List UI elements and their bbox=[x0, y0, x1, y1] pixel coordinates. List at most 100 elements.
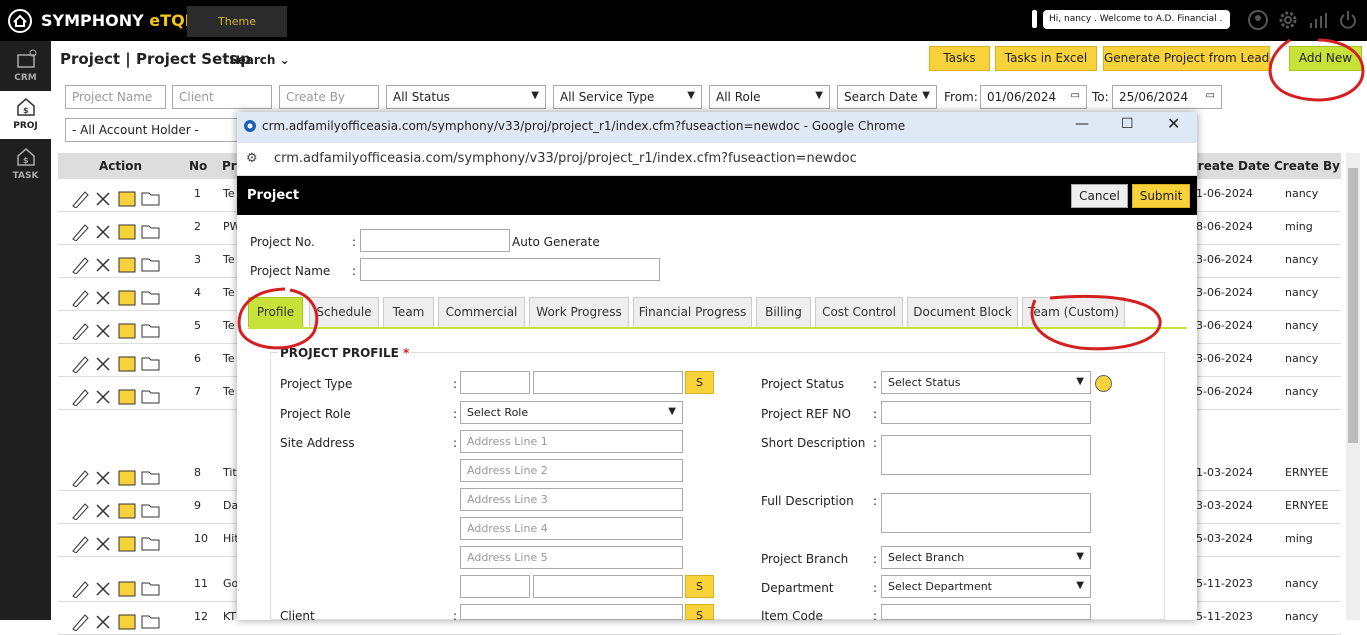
folder-icon[interactable] bbox=[141, 291, 160, 305]
row-project[interactable]: Tit bbox=[223, 466, 237, 479]
calendar-icon[interactable] bbox=[118, 503, 136, 519]
project-status-select[interactable]: Select Status ▼ bbox=[881, 371, 1091, 394]
edit-icon[interactable] bbox=[72, 356, 89, 374]
row-project[interactable]: Te bbox=[223, 319, 235, 332]
folder-icon[interactable] bbox=[141, 192, 160, 206]
edit-icon[interactable] bbox=[72, 581, 89, 599]
user-icon[interactable] bbox=[1247, 9, 1269, 31]
calendar-icon[interactable] bbox=[118, 257, 136, 273]
edit-icon[interactable] bbox=[72, 470, 89, 488]
gear-icon[interactable] bbox=[1277, 9, 1299, 31]
folder-icon[interactable] bbox=[141, 390, 160, 404]
address-line-1[interactable]: Address Line 1 bbox=[460, 430, 683, 453]
row-project[interactable]: KT bbox=[223, 610, 236, 623]
chart-icon[interactable] bbox=[1308, 9, 1330, 31]
project-type-code-input[interactable] bbox=[460, 371, 530, 394]
delete-icon[interactable] bbox=[96, 471, 110, 485]
city-input[interactable] bbox=[533, 575, 683, 598]
tab-team-custom[interactable]: Team (Custom) bbox=[1022, 297, 1125, 328]
folder-icon[interactable] bbox=[141, 504, 160, 518]
calendar-icon[interactable] bbox=[118, 614, 136, 630]
department-select[interactable]: Select Department ▼ bbox=[881, 575, 1091, 598]
generate-project-button[interactable]: Generate Project from Lead bbox=[1103, 46, 1270, 71]
delete-icon[interactable] bbox=[96, 192, 110, 206]
calendar-icon[interactable] bbox=[118, 290, 136, 306]
row-project[interactable]: Te bbox=[223, 352, 235, 365]
from-date-input[interactable]: 01/06/2024 ▭ bbox=[980, 85, 1087, 109]
delete-icon[interactable] bbox=[96, 324, 110, 338]
full-description-textarea[interactable] bbox=[881, 493, 1091, 533]
minimize-icon[interactable]: — bbox=[1075, 116, 1089, 132]
folder-icon[interactable] bbox=[141, 537, 160, 551]
edit-icon[interactable] bbox=[72, 389, 89, 407]
site-settings-icon[interactable]: ⚙ bbox=[246, 151, 258, 166]
role-select[interactable]: All Role ▼ bbox=[709, 85, 830, 109]
submit-button[interactable]: Submit bbox=[1132, 184, 1190, 208]
calendar-icon[interactable] bbox=[118, 389, 136, 405]
power-icon[interactable] bbox=[1337, 9, 1359, 31]
calendar-icon[interactable] bbox=[118, 323, 136, 339]
maximize-icon[interactable]: ☐ bbox=[1121, 116, 1134, 132]
project-name-filter[interactable]: Project Name bbox=[65, 85, 166, 109]
theme-button[interactable]: Theme bbox=[187, 6, 287, 37]
search-date-select[interactable]: Search Date ▼ bbox=[837, 85, 937, 109]
calendar-icon[interactable] bbox=[118, 470, 136, 486]
edit-icon[interactable] bbox=[72, 614, 89, 632]
add-new-button[interactable]: Add New bbox=[1289, 46, 1362, 71]
edit-icon[interactable] bbox=[72, 290, 89, 308]
folder-icon[interactable] bbox=[141, 471, 160, 485]
folder-icon[interactable] bbox=[141, 324, 160, 338]
search-client-button[interactable]: S bbox=[685, 604, 714, 622]
delete-icon[interactable] bbox=[96, 258, 110, 272]
address-line-4[interactable]: Address Line 4 bbox=[460, 517, 683, 540]
sidebar-item-task[interactable]: $ TASK bbox=[0, 141, 51, 189]
edit-icon[interactable] bbox=[72, 323, 89, 341]
item-code-input[interactable] bbox=[881, 604, 1091, 620]
edit-icon[interactable] bbox=[72, 503, 89, 521]
project-name-input[interactable] bbox=[360, 258, 660, 281]
tasks-excel-button[interactable]: Tasks in Excel bbox=[995, 46, 1097, 71]
row-project[interactable]: Te bbox=[223, 253, 235, 266]
short-description-textarea[interactable] bbox=[881, 435, 1091, 475]
calendar-icon[interactable] bbox=[118, 191, 136, 207]
home-icon[interactable] bbox=[8, 9, 32, 33]
delete-icon[interactable] bbox=[96, 537, 110, 551]
row-project[interactable]: Go bbox=[223, 577, 238, 590]
delete-icon[interactable] bbox=[96, 504, 110, 518]
tasks-button[interactable]: Tasks bbox=[929, 46, 990, 71]
folder-icon[interactable] bbox=[141, 357, 160, 371]
popup-url[interactable]: crm.adfamilyofficeasia.com/symphony/v33/… bbox=[274, 151, 857, 166]
create-by-filter[interactable]: Create By bbox=[279, 85, 379, 109]
cancel-button[interactable]: Cancel bbox=[1071, 184, 1128, 208]
delete-icon[interactable] bbox=[96, 291, 110, 305]
delete-icon[interactable] bbox=[96, 615, 110, 629]
info-icon[interactable] bbox=[1095, 375, 1112, 392]
address-line-3[interactable]: Address Line 3 bbox=[460, 488, 683, 511]
row-project[interactable]: Te bbox=[223, 385, 235, 398]
project-type-input[interactable] bbox=[533, 371, 683, 394]
tab-document-block[interactable]: Document Block bbox=[907, 297, 1018, 328]
tab-profile[interactable]: Profile bbox=[248, 297, 303, 328]
calendar-icon[interactable] bbox=[118, 356, 136, 372]
project-ref-input[interactable] bbox=[881, 401, 1091, 424]
tab-cost-control[interactable]: Cost Control bbox=[815, 297, 903, 328]
sidebar-item-crm[interactable]: CRM bbox=[0, 43, 51, 91]
delete-icon[interactable] bbox=[96, 357, 110, 371]
address-line-2[interactable]: Address Line 2 bbox=[460, 459, 683, 482]
search-toggle[interactable]: Search ⌄ bbox=[229, 53, 290, 67]
to-date-input[interactable]: 25/06/2024 ▭ bbox=[1112, 85, 1222, 109]
project-role-select[interactable]: Select Role ▼ bbox=[460, 401, 683, 424]
project-branch-select[interactable]: Select Branch ▼ bbox=[881, 546, 1091, 569]
row-project[interactable]: Te bbox=[223, 187, 235, 200]
sidebar-item-proj[interactable]: $ PROJ bbox=[0, 91, 51, 139]
edit-icon[interactable] bbox=[72, 536, 89, 554]
tab-team[interactable]: Team bbox=[383, 297, 434, 328]
tab-billing[interactable]: Billing bbox=[756, 297, 811, 328]
calendar-icon[interactable] bbox=[118, 581, 136, 597]
delete-icon[interactable] bbox=[96, 390, 110, 404]
project-no-input[interactable] bbox=[360, 229, 510, 252]
account-holder-select[interactable]: - All Account Holder - bbox=[65, 118, 240, 142]
service-type-select[interactable]: All Service Type ▼ bbox=[553, 85, 702, 109]
status-select[interactable]: All Status ▼ bbox=[386, 85, 546, 109]
search-project-type-button[interactable]: S bbox=[685, 371, 714, 394]
